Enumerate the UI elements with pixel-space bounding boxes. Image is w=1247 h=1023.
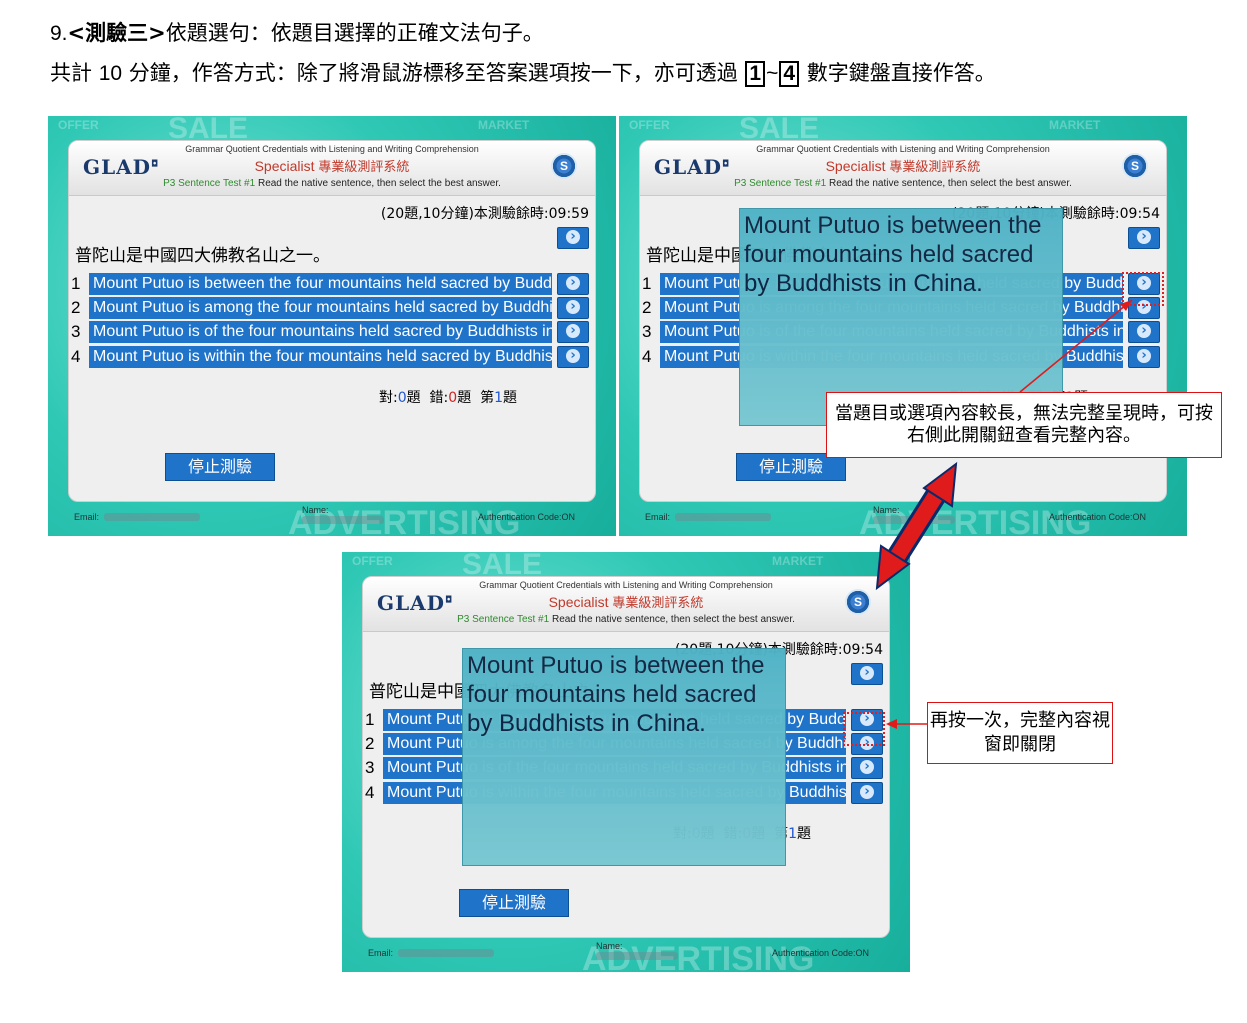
double-arrow-icon (875, 461, 958, 591)
annotation-arrows (875, 299, 1133, 729)
callout1-pointer (1019, 299, 1133, 393)
